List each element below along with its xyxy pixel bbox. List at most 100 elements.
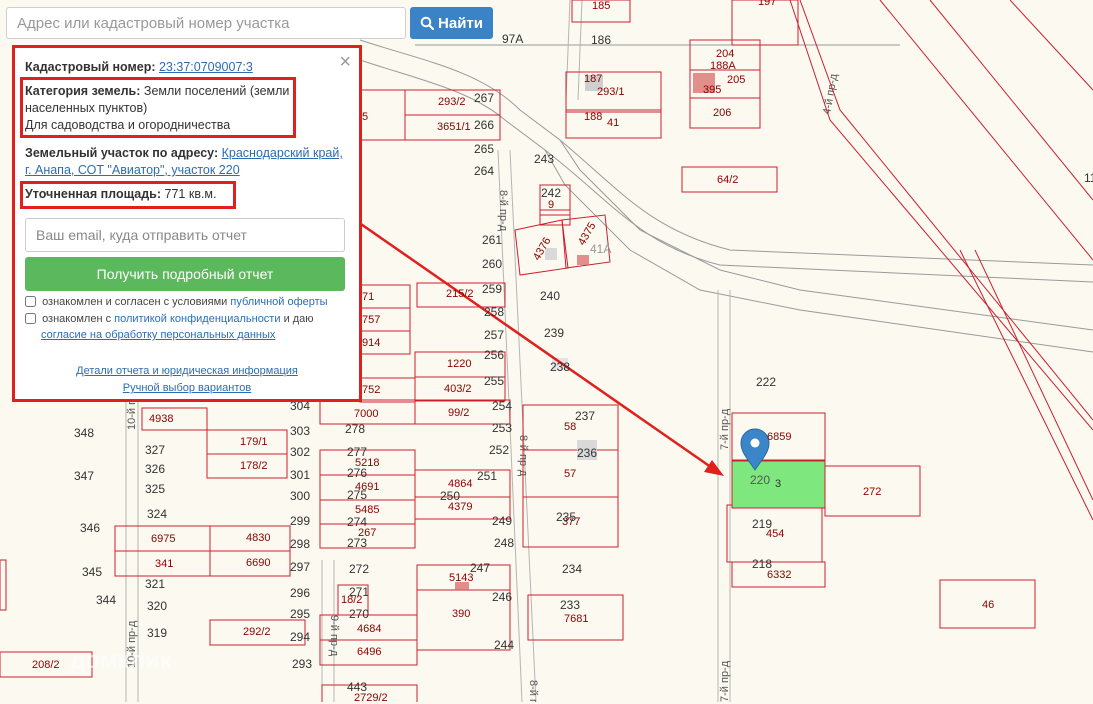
- block-number: 97А: [502, 32, 524, 46]
- category-row: Категория земель: Земли поселений (земли…: [25, 83, 299, 134]
- parcel-label: 292/2: [243, 626, 271, 638]
- parcel-label: 64/2: [717, 174, 739, 186]
- block-number: 347: [74, 469, 95, 483]
- block-number: 252: [489, 443, 510, 457]
- parcel-label: 6496: [357, 646, 382, 658]
- cadastral-row: Кадастровый номер: 23:37:0709007:3: [25, 59, 349, 76]
- consent-offer-text: ознакомлен и согласен с условиями: [42, 296, 228, 308]
- parcel-label: 757: [362, 314, 381, 326]
- consent-privacy: ознакомлен с политикой конфиденциальност…: [25, 311, 349, 343]
- privacy-checkbox[interactable]: [25, 313, 36, 324]
- parcel-label: 293/2: [438, 96, 466, 108]
- area-row: Уточненная площадь: 771 кв.м.: [25, 186, 349, 203]
- block-number: 300: [290, 489, 311, 503]
- parcel-label: 46: [982, 599, 995, 611]
- privacy-policy-link[interactable]: политикой конфиденциальности: [114, 313, 280, 325]
- cadastral-label: Кадастровый номер:: [25, 60, 156, 74]
- personal-data-consent-link[interactable]: согласие на обработку персональных данны…: [25, 329, 275, 341]
- parcel-label: 178/2: [240, 460, 268, 472]
- block-number: 324: [147, 507, 168, 521]
- consent-privacy-text: ознакомлен с: [42, 313, 112, 325]
- block-number: 267: [474, 91, 495, 105]
- block-number: 261: [482, 233, 503, 247]
- block-number: 297: [290, 560, 311, 574]
- parcel-label: 395: [703, 84, 722, 96]
- street-label: 7-й пр-д: [719, 408, 731, 450]
- block-number: 345: [82, 565, 103, 579]
- block-number: 234: [562, 562, 583, 576]
- selected-parcel-number: 220: [750, 473, 771, 487]
- block-number: 295: [290, 607, 311, 621]
- parcel-label: 71: [362, 291, 375, 303]
- block-number: 293: [292, 657, 313, 671]
- street-label: 8-й пр-д: [527, 680, 539, 702]
- block-number: 253: [492, 421, 513, 435]
- block-number: 346: [80, 521, 101, 535]
- block-number: 256: [484, 348, 505, 362]
- parcel-label: 272: [863, 486, 882, 498]
- parcel-label: 3: [775, 478, 782, 490]
- block-number: 244: [494, 638, 515, 652]
- block-number: 321: [145, 577, 166, 591]
- parcel-label: 204: [716, 48, 735, 60]
- block-number: 260: [482, 257, 503, 271]
- block-number: 302: [290, 445, 311, 459]
- parcel-label: 6859: [767, 431, 792, 443]
- map-watermark: домклик: [70, 647, 173, 674]
- manual-selection-link[interactable]: Ручной выбор вариантов: [123, 382, 251, 394]
- report-details-link[interactable]: Детали отчета и юридическая информация: [76, 365, 298, 377]
- block-number: 303: [290, 424, 311, 438]
- parcel-label: 7000: [354, 408, 379, 420]
- parcel-label: 99/2: [448, 407, 470, 419]
- search-button[interactable]: Найти: [410, 7, 493, 39]
- search-icon: [420, 16, 435, 30]
- block-number: 296: [290, 586, 311, 600]
- parcel-label: 390: [452, 608, 471, 620]
- block-number: 272: [349, 562, 370, 576]
- block-number: 319: [147, 626, 168, 640]
- offer-checkbox[interactable]: [25, 296, 36, 307]
- cadastral-number-link[interactable]: 23:37:0709007:3: [159, 60, 253, 74]
- parcel-label: 41: [607, 117, 620, 129]
- block-number: 247: [470, 561, 491, 575]
- category-label: Категория земель:: [25, 84, 141, 98]
- parcel-label: 179/1: [240, 436, 268, 448]
- block-number: 273: [347, 536, 368, 550]
- block-number: 233: [560, 598, 581, 612]
- offer-link[interactable]: публичной оферты: [230, 296, 327, 308]
- block-number: 237: [575, 409, 596, 423]
- block-number: 222: [756, 375, 777, 389]
- parcel-label: 5: [362, 111, 369, 123]
- block-number: 238: [550, 360, 571, 374]
- block-number: 251: [477, 469, 498, 483]
- block-number: 344: [96, 593, 117, 607]
- block-number: 270: [349, 607, 370, 621]
- search-input[interactable]: [6, 7, 406, 39]
- address-label: Земельный участок по адресу:: [25, 146, 219, 160]
- road-outlines: [359, 39, 1093, 353]
- street-label: 4-й пр-д: [821, 72, 840, 115]
- block-number: 320: [147, 599, 168, 613]
- parcel-label: 188А: [710, 60, 736, 72]
- block-number: 257: [484, 328, 505, 342]
- block-number: 298: [290, 537, 311, 551]
- parcel-label: 7681: [564, 613, 589, 625]
- parcel-info-panel: × Кадастровый номер: 23:37:0709007:3 Кат…: [12, 45, 362, 402]
- block-number: 240: [540, 289, 561, 303]
- parcel-label: 206: [713, 107, 732, 119]
- block-number: 299: [290, 514, 311, 528]
- parcel-label: 205: [727, 74, 746, 86]
- parcel-label: 242: [541, 186, 562, 200]
- block-number: 278: [345, 422, 366, 436]
- block-number: 259: [482, 282, 503, 296]
- block-number: 218: [752, 557, 773, 571]
- parcel-label: 57: [564, 468, 577, 480]
- street-label: 8-й пр-д: [497, 190, 509, 232]
- block-number: 327: [145, 443, 166, 457]
- block-number: 275: [347, 488, 368, 502]
- block-number: 246: [492, 590, 513, 604]
- block-number: 258: [484, 305, 505, 319]
- email-input[interactable]: [25, 218, 345, 252]
- get-report-button[interactable]: Получить подробный отчет: [25, 257, 345, 291]
- block-number: 326: [145, 462, 166, 476]
